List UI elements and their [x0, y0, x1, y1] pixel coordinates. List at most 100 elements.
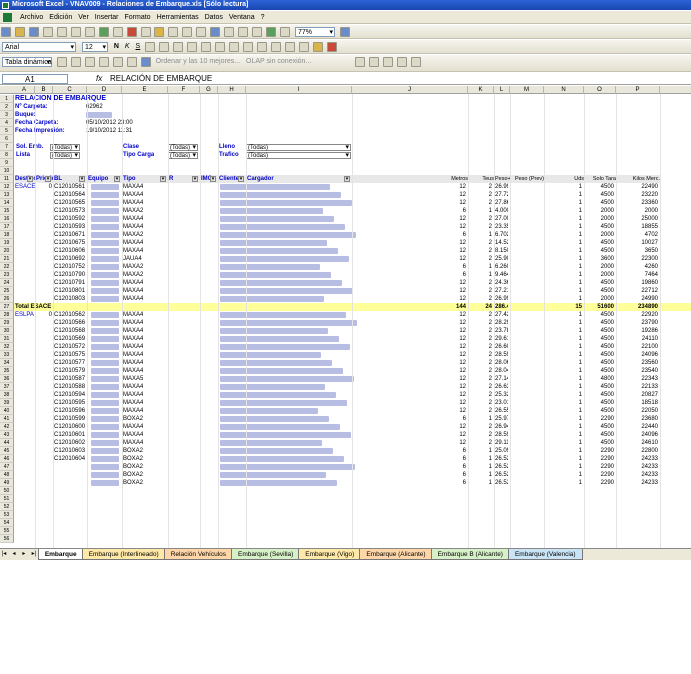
row-header[interactable]: 34 [0, 359, 14, 367]
pivot-wizard-icon[interactable] [84, 57, 95, 67]
row-header[interactable]: 30 [0, 327, 14, 335]
next-sheet-icon[interactable]: ▸ [20, 549, 28, 560]
pivot-field-list-icon[interactable] [140, 57, 151, 67]
row-header[interactable]: 42 [0, 423, 14, 431]
pivot-show-detail-icon[interactable] [112, 57, 123, 67]
row-header[interactable]: 38 [0, 391, 14, 399]
fx-icon[interactable]: fx [96, 74, 102, 83]
pivot-table-menu[interactable]: Tabla dinámica [2, 57, 52, 67]
column-header-P[interactable]: P [616, 86, 660, 94]
column-header-C[interactable]: C [53, 86, 87, 94]
name-box[interactable]: A1 [2, 74, 68, 84]
row-header[interactable]: 36 [0, 375, 14, 383]
row-header[interactable]: 28 [0, 311, 14, 319]
row-header[interactable]: 56 [0, 535, 14, 543]
column-header-O[interactable]: O [584, 86, 616, 94]
increase-indent-icon[interactable] [284, 42, 295, 52]
row-header[interactable]: 12 [0, 183, 14, 191]
row-header[interactable]: 2 [0, 103, 14, 111]
column-header-E[interactable]: E [122, 86, 168, 94]
row-header[interactable]: 27 [0, 303, 14, 311]
row-header[interactable]: 20 [0, 247, 14, 255]
row-header[interactable]: 29 [0, 319, 14, 327]
table-header-filter-8[interactable]: ▾ [344, 176, 350, 182]
review-next-icon[interactable] [369, 57, 380, 67]
row-header[interactable]: 16 [0, 215, 14, 223]
thousands-icon[interactable] [228, 42, 239, 52]
sort-desc-icon[interactable] [252, 27, 263, 37]
row-header[interactable]: 3 [0, 111, 14, 119]
row-header[interactable]: 22 [0, 263, 14, 271]
print-preview-icon[interactable] [84, 27, 95, 37]
menu-item-8[interactable]: ? [258, 11, 268, 23]
sheet-tab-6[interactable]: Embarque B (Alicante) [430, 549, 510, 560]
column-header-A[interactable]: A [14, 86, 35, 94]
menu-item-5[interactable]: Herramientas [154, 11, 202, 23]
row-header[interactable]: 17 [0, 223, 14, 231]
row-header[interactable]: 19 [0, 239, 14, 247]
font-name-select[interactable]: Arial [2, 42, 76, 52]
print-icon[interactable] [70, 27, 81, 37]
row-header[interactable]: 25 [0, 287, 14, 295]
row-header[interactable]: 43 [0, 431, 14, 439]
paste-icon[interactable] [154, 27, 165, 37]
pivot-format-icon[interactable] [56, 57, 67, 67]
row-header[interactable]: 33 [0, 351, 14, 359]
row-header[interactable]: 14 [0, 199, 14, 207]
row-header[interactable]: 13 [0, 191, 14, 199]
first-sheet-icon[interactable]: |◂ [0, 549, 8, 560]
font-color-icon[interactable] [326, 42, 337, 52]
column-header-D[interactable]: D [87, 86, 122, 94]
copy-icon[interactable] [140, 27, 151, 37]
align-right-icon[interactable] [173, 42, 184, 52]
align-center-icon[interactable] [159, 42, 170, 52]
menu-item-1[interactable]: Edición [46, 11, 75, 23]
row-header[interactable]: 50 [0, 487, 14, 495]
pivot-chart-icon[interactable] [70, 57, 81, 67]
row-header[interactable]: 23 [0, 271, 14, 279]
table-header-filter-4[interactable]: ▾ [160, 176, 166, 182]
underline-button[interactable]: S [134, 40, 143, 53]
menu-item-2[interactable]: Ver [75, 11, 92, 23]
lleno-filter-dropdown[interactable]: (Todas) [246, 143, 351, 151]
decrease-decimal-icon[interactable] [256, 42, 267, 52]
review-reply-icon[interactable] [397, 57, 408, 67]
row-header[interactable]: 51 [0, 495, 14, 503]
italic-button[interactable]: K [123, 40, 132, 53]
row-header[interactable]: 55 [0, 527, 14, 535]
row-header[interactable]: 52 [0, 503, 14, 511]
row-header[interactable]: 31 [0, 335, 14, 343]
row-header[interactable]: 46 [0, 455, 14, 463]
row-header[interactable]: 41 [0, 415, 14, 423]
trafico-filter-dropdown[interactable]: (Todas) [246, 151, 351, 159]
row-header[interactable]: 9 [0, 159, 14, 167]
row-header[interactable]: 15 [0, 207, 14, 215]
open-icon[interactable] [14, 27, 25, 37]
formula-input[interactable]: RELACIÓN DE EMBARQUE [110, 74, 212, 84]
review-end-icon[interactable] [411, 57, 422, 67]
sheet-tab-0[interactable]: Embarque [37, 549, 84, 560]
column-header-L[interactable]: L [494, 86, 510, 94]
sheet-tab-3[interactable]: Embarque (Sevilla) [231, 549, 301, 560]
row-header[interactable]: 5 [0, 127, 14, 135]
row-header[interactable]: 37 [0, 383, 14, 391]
bold-button[interactable]: N [112, 40, 121, 53]
undo-icon[interactable] [182, 27, 193, 37]
prev-sheet-icon[interactable]: ◂ [10, 549, 18, 560]
table-header-filter-3[interactable]: ▾ [114, 176, 120, 182]
menu-item-3[interactable]: Insertar [92, 11, 122, 23]
zoom-select[interactable]: 77% [295, 27, 336, 37]
row-header[interactable]: 32 [0, 343, 14, 351]
row-header[interactable]: 24 [0, 279, 14, 287]
pivot-refresh-icon[interactable] [98, 57, 109, 67]
column-header-N[interactable]: N [544, 86, 584, 94]
table-header-filter-1[interactable]: ▾ [45, 176, 51, 182]
row-header[interactable]: 49 [0, 479, 14, 487]
email-icon[interactable] [56, 27, 67, 37]
new-icon[interactable] [1, 27, 11, 37]
row-header[interactable]: 8 [0, 151, 14, 159]
row-header[interactable]: 45 [0, 447, 14, 455]
table-header-filter-0[interactable]: ▾ [27, 176, 33, 182]
decrease-indent-icon[interactable] [270, 42, 281, 52]
column-header-G[interactable]: G [200, 86, 218, 94]
